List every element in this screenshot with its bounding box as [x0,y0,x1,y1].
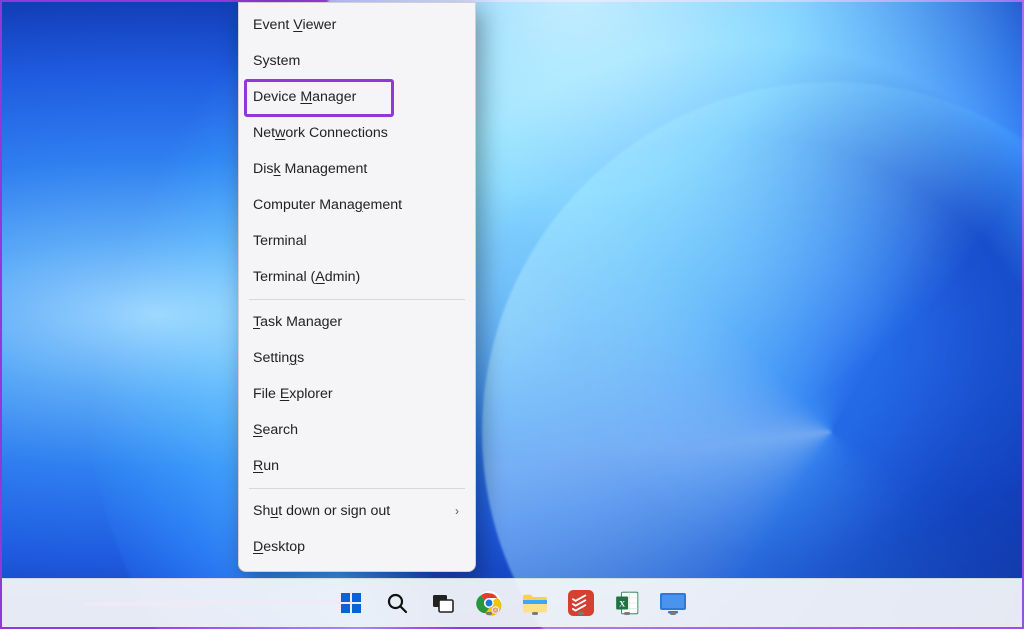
start-button[interactable] [337,589,365,617]
menu-item-label: Run [253,456,279,476]
menu-item-label: Computer Management [253,195,402,215]
menu-item-disk-management[interactable]: Disk Management [239,151,475,187]
menu-item-label: Device Manager [253,87,356,107]
menu-separator [249,488,465,489]
menu-item-shut-down-or-sign-out[interactable]: Shut down or sign out › [239,493,475,529]
menu-item-label: Event Viewer [253,15,336,35]
running-indicator [578,612,584,615]
menu-item-label: Task Manager [253,312,342,332]
menu-item-settings[interactable]: Settings [239,340,475,376]
menu-item-label: Disk Management [253,159,367,179]
menu-item-run[interactable]: Run [239,448,475,484]
search-button[interactable] [383,589,411,617]
menu-item-terminal[interactable]: Terminal [239,223,475,259]
menu-item-terminal-admin[interactable]: Terminal (Admin) [239,259,475,295]
taskbar: X [2,578,1022,627]
menu-item-label: Network Connections [253,123,388,143]
menu-item-network-connections[interactable]: Network Connections [239,115,475,151]
task-view-button[interactable] [429,589,457,617]
menu-item-desktop[interactable]: Desktop [239,529,475,565]
menu-item-device-manager[interactable]: Device Manager [239,79,475,115]
menu-item-label: Terminal (Admin) [253,267,360,287]
menu-item-computer-management[interactable]: Computer Management [239,187,475,223]
svg-text:X: X [619,598,626,608]
winx-context-menu: Event Viewer System Device Manager Network … [238,2,476,572]
submenu-chevron-icon: › [455,501,459,521]
menu-item-label: Desktop [253,537,305,557]
running-indicator [624,612,630,615]
menu-item-event-viewer[interactable]: Event Viewer [239,7,475,43]
menu-item-label: File Explorer [253,384,333,404]
menu-separator [249,299,465,300]
menu-item-label: Shut down or sign out [253,501,390,521]
running-indicator [486,612,492,615]
menu-item-label: Search [253,420,298,440]
menu-item-label: Settings [253,348,304,368]
menu-item-label: Terminal [253,231,307,251]
running-indicator [670,612,676,615]
menu-item-system[interactable]: System [239,43,475,79]
menu-item-file-explorer[interactable]: File Explorer [239,376,475,412]
menu-item-search[interactable]: Search [239,412,475,448]
desktop-wallpaper: Event Viewer System Device Manager Network … [0,0,1024,629]
menu-item-label: System [253,51,300,71]
running-indicator [532,612,538,615]
menu-item-task-manager[interactable]: Task Manager [239,304,475,340]
